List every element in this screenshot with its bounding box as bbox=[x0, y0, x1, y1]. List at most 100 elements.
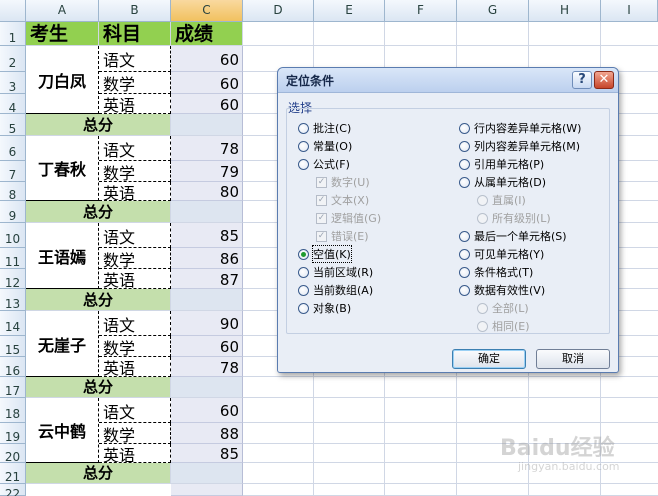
checkbox-logicals[interactable]: ✓ 逻辑值(G) bbox=[316, 210, 381, 226]
option-column-differences[interactable]: 列内容差异单元格(M) bbox=[459, 138, 580, 154]
option-last-cell[interactable]: 最后一个单元格(S) bbox=[459, 228, 567, 244]
column-header-f[interactable]: F bbox=[385, 0, 457, 22]
score-cell[interactable]: 79 bbox=[171, 161, 243, 182]
subject-cell[interactable]: 英语 bbox=[99, 444, 171, 463]
row-header[interactable]: 7 bbox=[0, 161, 26, 182]
radio-icon[interactable] bbox=[459, 158, 470, 170]
row-header[interactable]: 19 bbox=[0, 423, 26, 444]
option-validation-all[interactable]: 全部(L) bbox=[477, 300, 529, 316]
radio-icon[interactable] bbox=[459, 140, 470, 152]
column-header-g[interactable]: G bbox=[457, 0, 529, 22]
checkbox-icon[interactable]: ✓ bbox=[316, 212, 327, 224]
option-blanks[interactable]: 空值(K) bbox=[298, 245, 352, 263]
header-cell[interactable]: 成绩 bbox=[171, 22, 243, 46]
row-header[interactable]: 10 bbox=[0, 223, 26, 248]
radio-icon[interactable] bbox=[298, 248, 309, 260]
subject-cell[interactable]: 语文 bbox=[99, 311, 171, 336]
option-precedents[interactable]: 引用单元格(P) bbox=[459, 156, 544, 172]
row-header[interactable]: 11 bbox=[0, 248, 26, 269]
option-constants[interactable]: 常量(O) bbox=[298, 138, 352, 154]
row-header[interactable]: 14 bbox=[0, 311, 26, 336]
radio-icon[interactable] bbox=[477, 320, 488, 332]
row-header[interactable]: 6 bbox=[0, 136, 26, 161]
score-cell[interactable]: 85 bbox=[171, 223, 243, 248]
total-label-cell[interactable]: 总分 bbox=[26, 201, 171, 223]
option-direct-only[interactable]: 直属(I) bbox=[477, 192, 526, 208]
total-score-cell[interactable] bbox=[171, 201, 243, 223]
score-cell[interactable] bbox=[171, 484, 243, 496]
column-header-d[interactable]: D bbox=[243, 0, 314, 22]
option-current-array[interactable]: 当前数组(A) bbox=[298, 282, 373, 298]
total-label-cell[interactable]: 总分 bbox=[26, 377, 171, 398]
checkbox-icon[interactable]: ✓ bbox=[316, 176, 327, 188]
student-name-cell[interactable]: 云中鹤 bbox=[26, 398, 99, 463]
column-header-b[interactable]: B bbox=[99, 0, 171, 22]
option-current-region[interactable]: 当前区域(R) bbox=[298, 264, 373, 280]
option-all-levels[interactable]: 所有级别(L) bbox=[477, 210, 551, 226]
subject-cell[interactable]: 英语 bbox=[99, 182, 171, 201]
row-header[interactable]: 5 bbox=[0, 114, 26, 136]
student-name-cell[interactable]: 刀白凤 bbox=[26, 46, 99, 114]
subject-cell[interactable]: 语文 bbox=[99, 46, 171, 72]
score-cell[interactable]: 90 bbox=[171, 311, 243, 336]
option-dependents[interactable]: 从属单元格(D) bbox=[459, 174, 546, 190]
option-objects[interactable]: 对象(B) bbox=[298, 300, 351, 316]
cancel-button[interactable]: 取消 bbox=[536, 349, 610, 369]
total-score-cell[interactable] bbox=[171, 463, 243, 484]
score-cell[interactable]: 60 bbox=[171, 94, 243, 114]
row-header[interactable]: 20 bbox=[0, 444, 26, 464]
score-cell[interactable]: 78 bbox=[171, 357, 243, 377]
subject-cell[interactable]: 数学 bbox=[99, 423, 171, 444]
column-header-c[interactable]: C bbox=[171, 0, 243, 22]
subject-cell[interactable]: 语文 bbox=[99, 136, 171, 161]
score-cell[interactable]: 60 bbox=[171, 336, 243, 357]
row-header[interactable]: 15 bbox=[0, 336, 26, 357]
subject-cell[interactable]: 数学 bbox=[99, 161, 171, 182]
score-cell[interactable]: 60 bbox=[171, 398, 243, 423]
row-header[interactable]: 8 bbox=[0, 182, 26, 202]
row-header[interactable]: 16 bbox=[0, 357, 26, 378]
checkbox-icon[interactable]: ✓ bbox=[316, 230, 327, 242]
checkbox-numbers[interactable]: ✓ 数字(U) bbox=[316, 174, 370, 190]
radio-icon[interactable] bbox=[298, 284, 309, 296]
score-cell[interactable]: 87 bbox=[171, 269, 243, 289]
total-score-cell[interactable] bbox=[171, 289, 243, 311]
row-header[interactable]: 17 bbox=[0, 377, 26, 398]
score-cell[interactable]: 80 bbox=[171, 182, 243, 201]
option-visible-cells[interactable]: 可见单元格(Y) bbox=[459, 246, 544, 262]
dialog-titlebar[interactable]: 定位条件 ? ✕ bbox=[278, 68, 618, 93]
checkbox-errors[interactable]: ✓ 错误(E) bbox=[316, 228, 369, 244]
ok-button[interactable]: 确定 bbox=[452, 349, 526, 369]
score-cell[interactable]: 60 bbox=[171, 46, 243, 72]
row-header[interactable]: 9 bbox=[0, 201, 26, 223]
subject-cell[interactable]: 数学 bbox=[99, 72, 171, 94]
radio-icon[interactable] bbox=[477, 194, 488, 206]
total-score-cell[interactable] bbox=[171, 114, 243, 136]
column-header-h[interactable]: H bbox=[529, 0, 601, 22]
total-label-cell[interactable]: 总分 bbox=[26, 463, 171, 484]
radio-icon[interactable] bbox=[298, 266, 309, 278]
subject-cell[interactable]: 英语 bbox=[99, 269, 171, 289]
row-header[interactable]: 13 bbox=[0, 289, 26, 311]
score-cell[interactable]: 86 bbox=[171, 248, 243, 269]
row-header[interactable]: 2 bbox=[0, 46, 26, 72]
score-cell[interactable]: 78 bbox=[171, 136, 243, 161]
radio-icon[interactable] bbox=[298, 302, 309, 314]
option-conditional-formats[interactable]: 条件格式(T) bbox=[459, 264, 533, 280]
total-label-cell[interactable]: 总分 bbox=[26, 289, 171, 311]
row-header[interactable]: 18 bbox=[0, 398, 26, 423]
checkbox-icon[interactable]: ✓ bbox=[316, 194, 327, 206]
radio-icon[interactable] bbox=[477, 302, 488, 314]
row-header[interactable]: 4 bbox=[0, 94, 26, 115]
row-header[interactable]: 1 bbox=[0, 22, 26, 46]
option-validation-same[interactable]: 相同(E) bbox=[477, 318, 530, 334]
select-all-corner[interactable] bbox=[0, 0, 26, 22]
radio-icon[interactable] bbox=[459, 284, 470, 296]
student-name-cell[interactable]: 无崖子 bbox=[26, 311, 99, 377]
radio-icon[interactable] bbox=[298, 158, 309, 170]
student-name-cell[interactable]: 王语嫣 bbox=[26, 223, 99, 289]
header-cell[interactable]: 考生 bbox=[26, 22, 99, 46]
help-button[interactable]: ? bbox=[572, 71, 592, 89]
row-header[interactable]: 12 bbox=[0, 269, 26, 290]
header-cell[interactable]: 科目 bbox=[99, 22, 171, 46]
